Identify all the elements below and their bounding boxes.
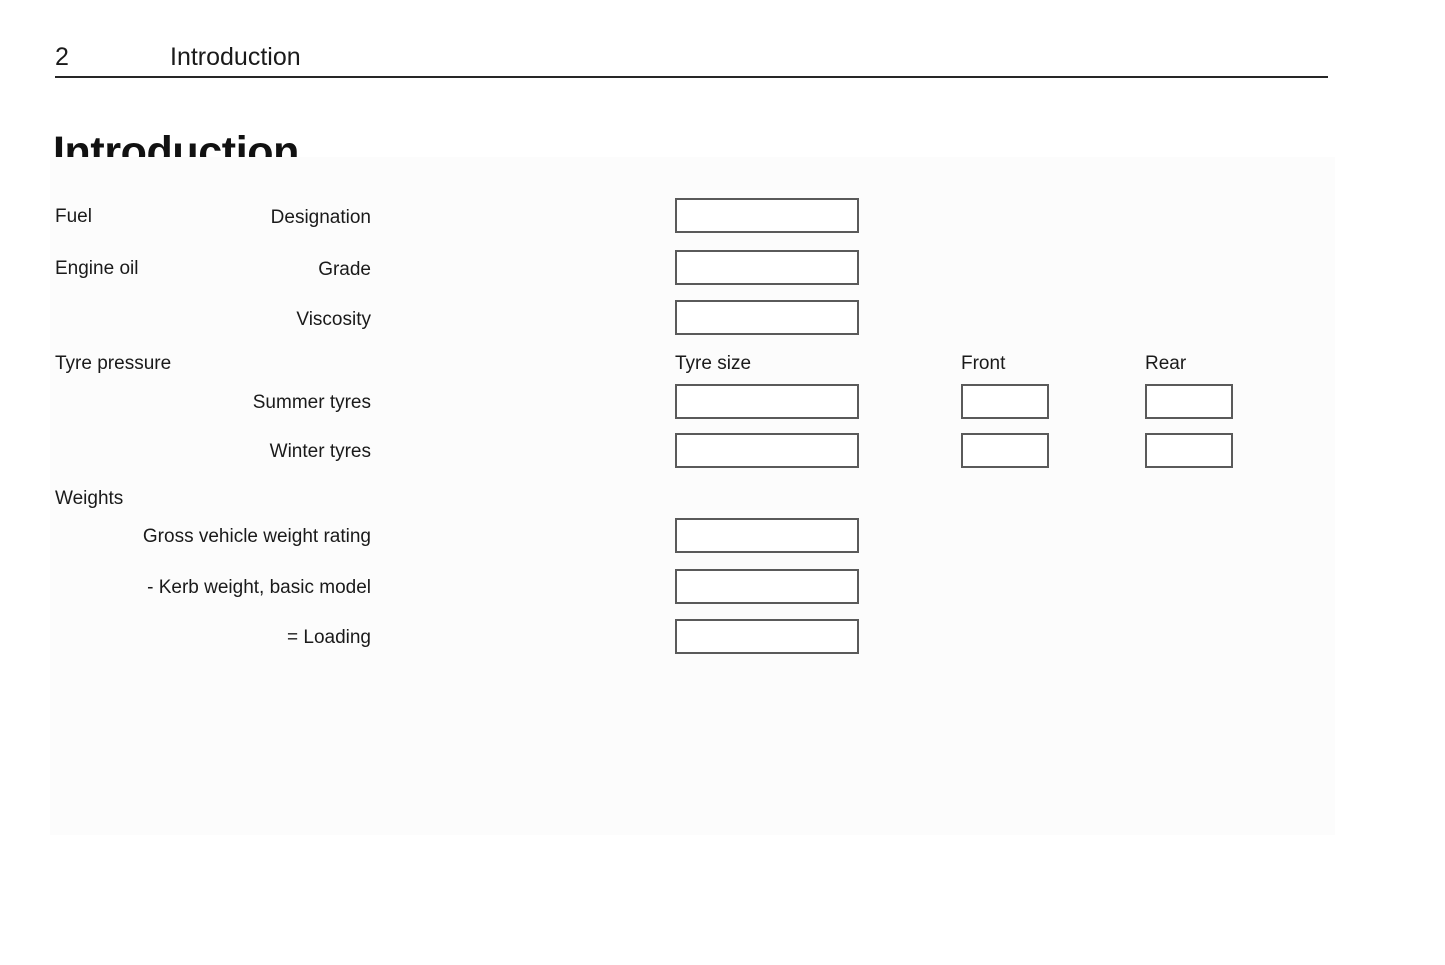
vehicle-data-panel: Fuel Engine oil Tyre pressure Weights Ty… [50, 157, 1335, 835]
row-label-designation: Designation [270, 207, 371, 228]
input-kerb-weight[interactable] [675, 569, 859, 604]
row-label-viscosity: Viscosity [296, 309, 371, 330]
row-label-winter-tyres: Winter tyres [269, 441, 371, 462]
input-winter-tyres-size[interactable] [675, 433, 859, 468]
vehicle-data-form: Fuel Engine oil Tyre pressure Weights Ty… [50, 157, 1335, 835]
header-divider-rule [55, 76, 1328, 78]
input-summer-tyres-size[interactable] [675, 384, 859, 419]
section-label-fuel: Fuel [55, 206, 92, 227]
header-page-number: 2 [55, 43, 69, 71]
row-label-loading: = Loading [287, 627, 371, 648]
row-label-gross-vehicle-weight-rating: Gross vehicle weight rating [142, 526, 371, 547]
header-chapter-title: Introduction [170, 43, 301, 71]
section-label-tyre-pressure: Tyre pressure [55, 353, 172, 374]
input-gross-vehicle-weight-rating[interactable] [675, 518, 859, 553]
input-summer-tyres-rear[interactable] [1145, 384, 1233, 419]
column-header-tyre-size: Tyre size [675, 353, 752, 374]
input-grade[interactable] [675, 250, 859, 285]
input-viscosity[interactable] [675, 300, 859, 335]
row-label-summer-tyres: Summer tyres [252, 392, 371, 413]
input-winter-tyres-rear[interactable] [1145, 433, 1233, 468]
section-label-engine-oil: Engine oil [55, 258, 139, 279]
row-label-grade: Grade [318, 259, 371, 280]
column-header-rear: Rear [1145, 353, 1187, 374]
input-loading[interactable] [675, 619, 859, 654]
column-header-front: Front [961, 353, 1006, 374]
input-designation[interactable] [675, 198, 859, 233]
page-running-header: 2 Introduction [55, 42, 1328, 78]
section-label-weights: Weights [55, 488, 124, 509]
row-label-kerb-weight: - Kerb weight, basic model [147, 577, 371, 598]
input-summer-tyres-front[interactable] [961, 384, 1049, 419]
input-winter-tyres-front[interactable] [961, 433, 1049, 468]
